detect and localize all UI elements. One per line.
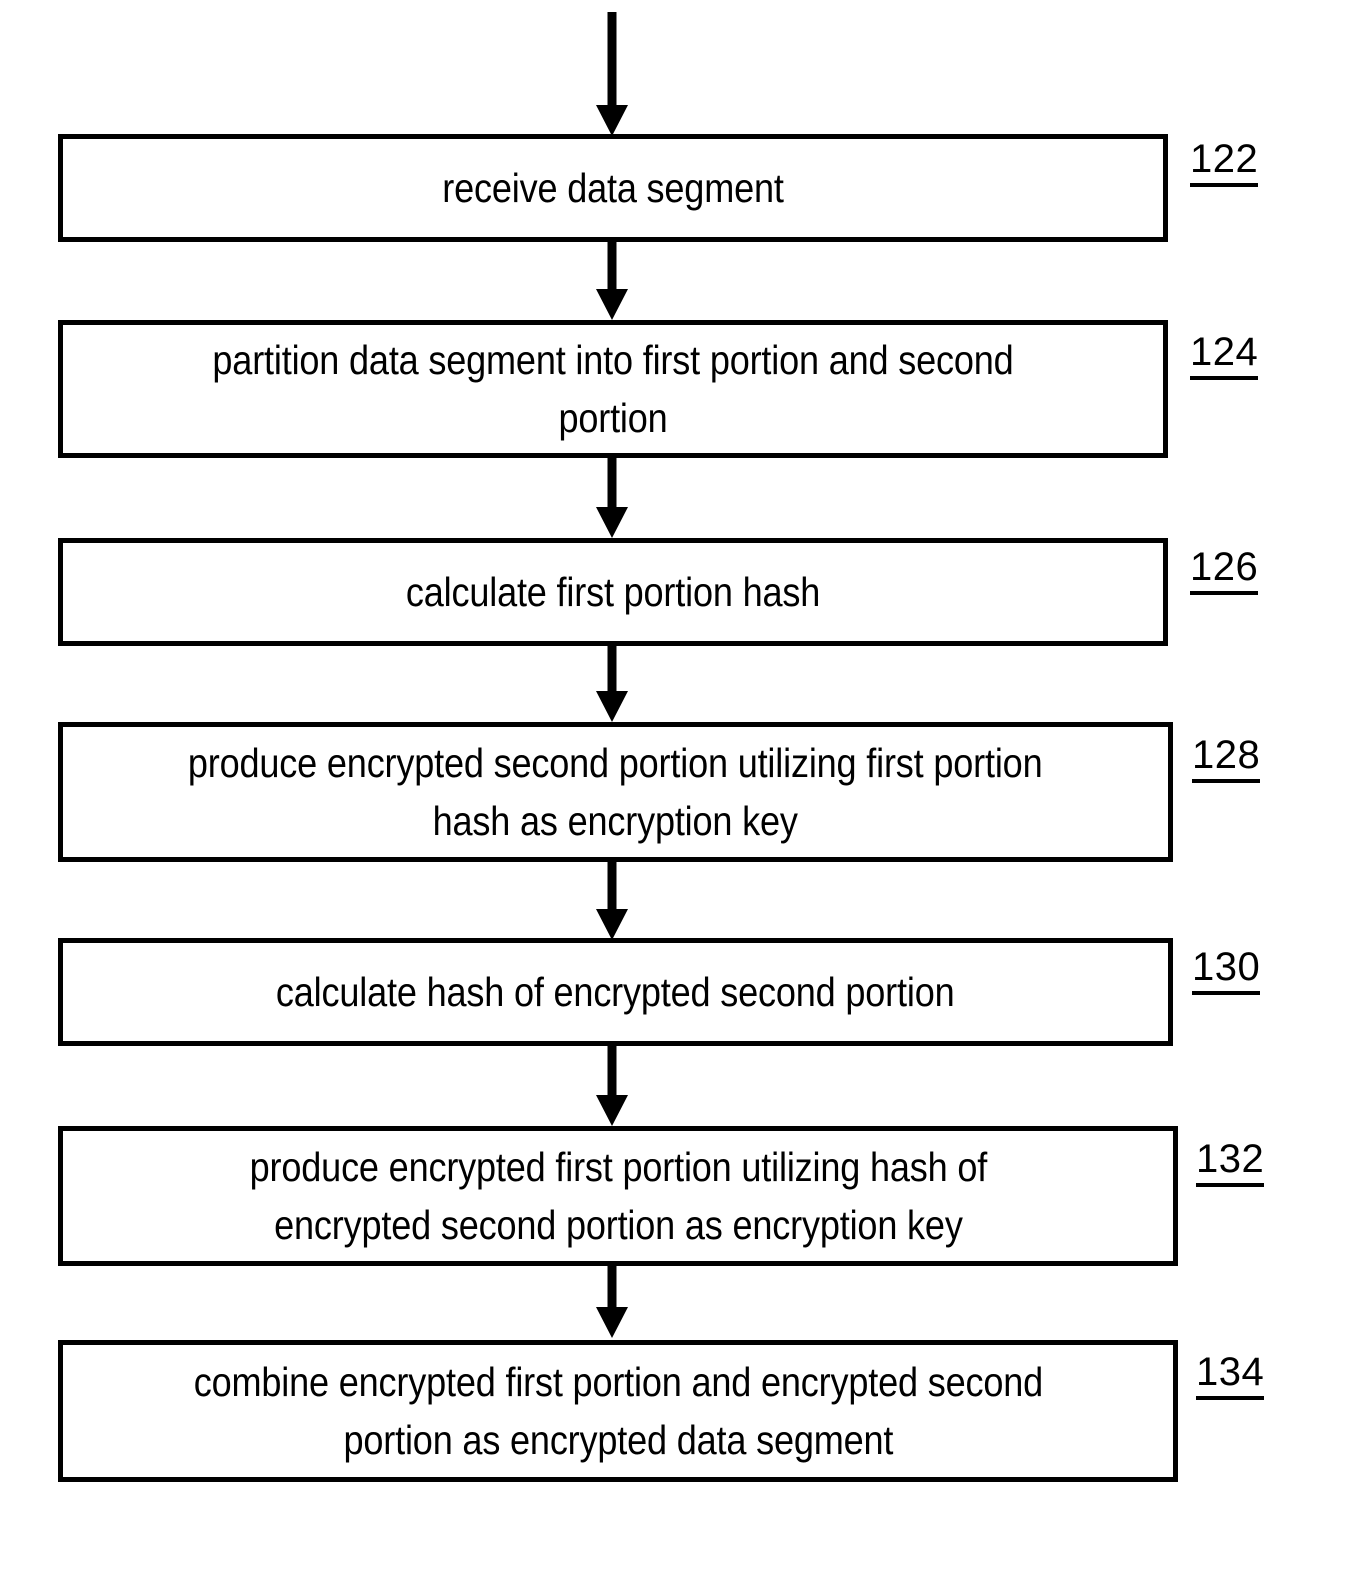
- flow-step-5[interactable]: calculate hash of encrypted second porti…: [58, 938, 1173, 1046]
- flow-step-5-label: calculate hash of encrypted second porti…: [276, 969, 955, 1015]
- flow-step-4[interactable]: produce encrypted second portion utilizi…: [58, 722, 1173, 862]
- connector-arrow-1-2: [592, 242, 632, 322]
- flow-step-7[interactable]: combine encrypted first portion and encr…: [58, 1340, 1178, 1482]
- flow-step-6-label: produce encrypted first portion utilizin…: [249, 1144, 987, 1248]
- connector-arrow-4-5: [592, 862, 632, 942]
- flow-step-4-ref: 128: [1192, 733, 1261, 783]
- flow-step-7-label: combine encrypted first portion and encr…: [193, 1359, 1043, 1463]
- flow-step-2-label: partition data segment into first portio…: [212, 337, 1014, 441]
- connector-arrow-6-7: [592, 1266, 632, 1340]
- connector-arrow-5-6: [592, 1046, 632, 1128]
- flow-step-6[interactable]: produce encrypted first portion utilizin…: [58, 1126, 1178, 1266]
- flow-step-5-ref: 130: [1192, 945, 1261, 995]
- flow-step-2[interactable]: partition data segment into first portio…: [58, 320, 1168, 458]
- flowchart-canvas: receive data segment 122 partition data …: [0, 0, 1353, 1596]
- connector-arrow-entry: [592, 12, 632, 138]
- flow-step-1[interactable]: receive data segment: [58, 134, 1168, 242]
- connector-arrow-3-4: [592, 646, 632, 724]
- flow-step-3-label: calculate first portion hash: [405, 569, 821, 615]
- flow-step-2-ref: 124: [1190, 330, 1259, 380]
- connector-arrow-2-3: [592, 458, 632, 540]
- flow-step-7-ref: 134: [1196, 1350, 1265, 1400]
- flow-step-1-label: receive data segment: [442, 165, 784, 211]
- flow-step-6-ref: 132: [1196, 1137, 1265, 1187]
- flow-step-1-ref: 122: [1190, 137, 1259, 187]
- flow-step-4-label: produce encrypted second portion utilizi…: [188, 740, 1043, 844]
- flow-step-3-ref: 126: [1190, 545, 1259, 595]
- flow-step-3[interactable]: calculate first portion hash: [58, 538, 1168, 646]
